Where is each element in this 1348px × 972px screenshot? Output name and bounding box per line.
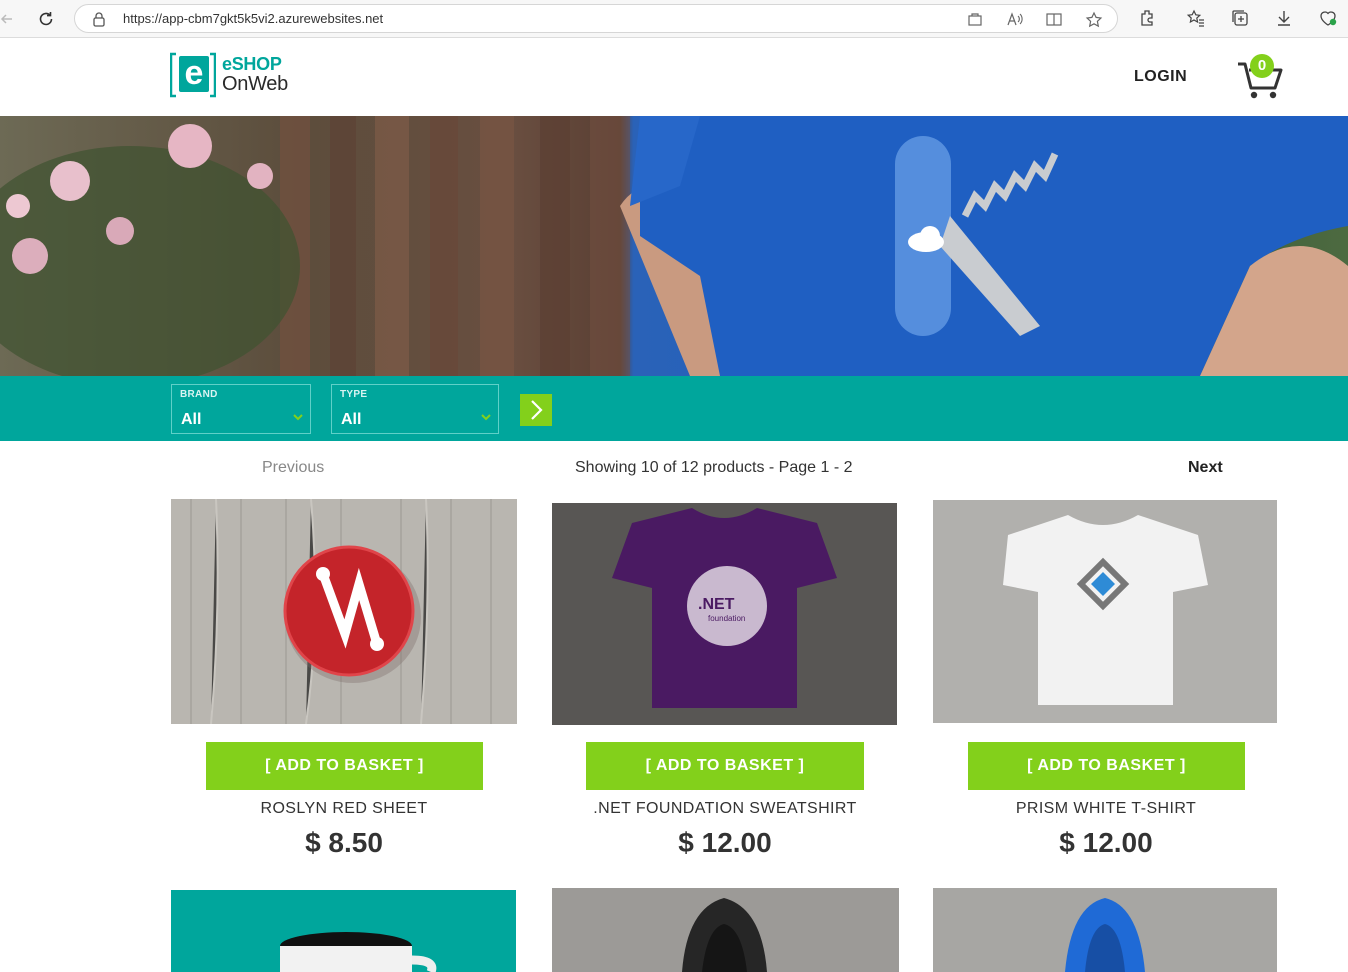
hero-image — [0, 116, 1348, 376]
product-card — [552, 888, 899, 972]
chevron-right-icon — [531, 400, 543, 420]
product-image[interactable] — [171, 499, 517, 724]
browser-toolbar: https://app-cbm7gkt5k5vi2.azurewebsites.… — [0, 0, 1348, 38]
add-to-basket-button[interactable]: [ ADD TO BASKET ] — [206, 742, 483, 790]
downloads-icon[interactable] — [1274, 8, 1294, 28]
product-price: $ 8.50 — [305, 827, 383, 858]
product-card — [933, 888, 1279, 972]
pager-info: Showing 10 of 12 products - Page 1 - 2 — [575, 459, 853, 476]
address-bar[interactable]: https://app-cbm7gkt5k5vi2.azurewebsites.… — [74, 4, 1118, 33]
logo-text-eshop: eSHOP — [222, 54, 282, 74]
brand-filter-label: BRAND — [180, 389, 218, 400]
mug-image — [280, 932, 437, 972]
favorite-star-icon[interactable] — [1085, 11, 1103, 28]
product-price: $ 12.00 — [1059, 827, 1153, 858]
tshirt-logo-subtext: foundation — [708, 614, 745, 623]
favorites-icon[interactable] — [1186, 8, 1206, 28]
url-text[interactable]: https://app-cbm7gkt5k5vi2.azurewebsites.… — [123, 11, 383, 26]
brand-filter-select[interactable]: BRAND All — [171, 384, 311, 434]
pager: Previous Showing 10 of 12 products - Pag… — [0, 441, 1348, 499]
extensions-icon[interactable] — [1138, 8, 1158, 28]
logo-mark: e — [179, 56, 209, 92]
type-filter-select[interactable]: TYPE All — [331, 384, 499, 434]
tshirt-logo-text: .NET — [698, 596, 735, 613]
catalog-filter-bar: BRAND All TYPE All — [0, 376, 1348, 441]
chevron-down-icon — [293, 414, 303, 421]
product-price: $ 12.00 — [678, 827, 772, 858]
login-link[interactable]: LOGIN — [1134, 68, 1187, 86]
next-page-link[interactable]: Next — [1188, 459, 1223, 477]
app-available-icon[interactable] — [967, 11, 985, 27]
type-filter-value: All — [341, 411, 362, 428]
previous-page-link[interactable]: Previous — [262, 459, 324, 477]
blue-hoodie-image — [1065, 898, 1145, 972]
site-header: e eSHOP OnWeb LOGIN 0 — [0, 38, 1348, 116]
product-image[interactable] — [933, 500, 1277, 723]
collections-icon[interactable] — [1230, 8, 1250, 28]
chevron-down-icon — [481, 414, 491, 421]
add-to-basket-button[interactable]: [ ADD TO BASKET ] — [968, 742, 1245, 790]
add-to-basket-button[interactable]: [ ADD TO BASKET ] — [586, 742, 864, 790]
read-aloud-icon[interactable] — [1006, 11, 1024, 27]
product-image[interactable]: .NET foundation — [552, 503, 897, 725]
product-name: ROSLYN RED SHEET — [260, 800, 428, 817]
logo-text-onweb: OnWeb — [222, 73, 288, 95]
product-image[interactable] — [933, 888, 1277, 972]
reader-view-icon[interactable] — [1045, 11, 1063, 27]
product-image[interactable] — [552, 888, 899, 972]
black-hoodie-image — [682, 898, 767, 972]
product-name: .NET FOUNDATION SWEATSHIRT — [593, 800, 857, 817]
hero-banner — [0, 116, 1348, 376]
apply-filter-button[interactable] — [520, 394, 552, 426]
product-name: PRISM WHITE T-SHIRT — [1015, 800, 1197, 817]
eshop-logo[interactable]: e eSHOP OnWeb — [170, 52, 300, 98]
product-card — [171, 890, 517, 972]
lock-icon — [92, 11, 106, 32]
browser-essentials-icon[interactable] — [1318, 8, 1338, 28]
cart-button[interactable]: 0 — [1236, 54, 1284, 100]
type-filter-label: TYPE — [340, 389, 368, 400]
product-image[interactable] — [171, 890, 516, 972]
roslyn-badge-image — [190, 499, 492, 724]
prism-white-shirt-image — [1003, 515, 1208, 705]
refresh-icon[interactable] — [33, 6, 59, 32]
cart-count-badge: 0 — [1250, 54, 1274, 78]
net-foundation-shirt-image: .NET foundation — [612, 508, 837, 708]
back-icon[interactable] — [0, 6, 20, 32]
brand-filter-value: All — [181, 411, 202, 428]
